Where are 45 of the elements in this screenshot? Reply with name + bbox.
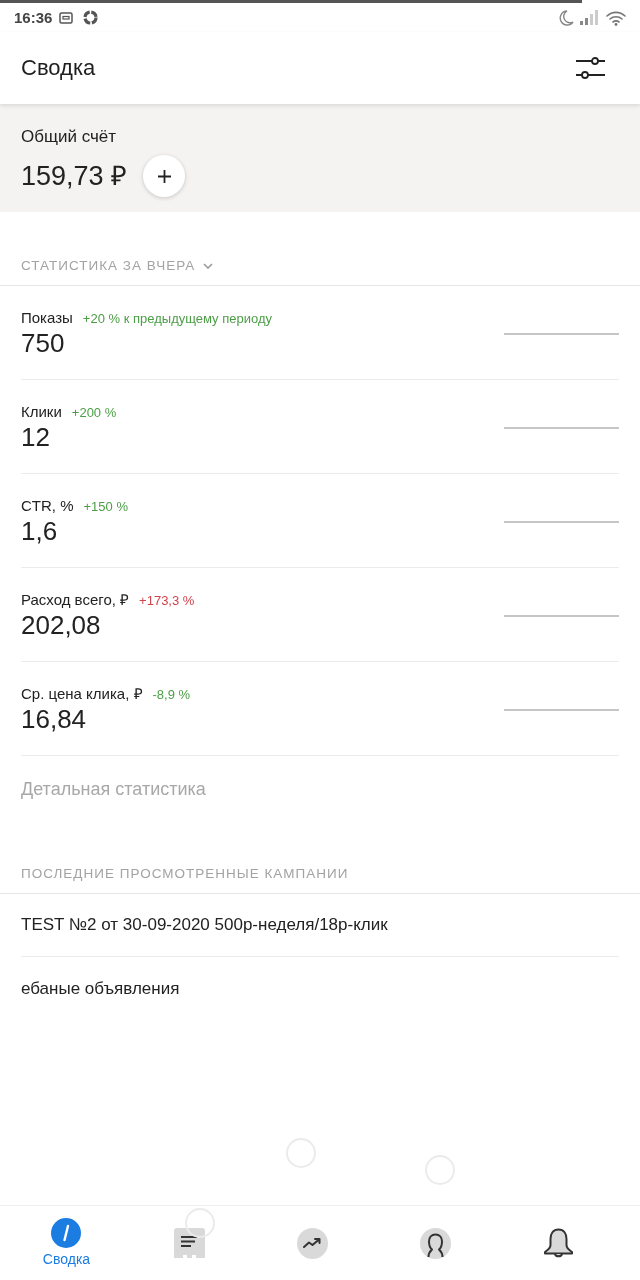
screen-title: Сводка (21, 54, 96, 82)
sliders-icon (576, 57, 605, 79)
ring-icon (83, 10, 99, 25)
metric-value: 202,08 (21, 610, 101, 640)
nav-tab[interactable]: Сводка (42, 1218, 91, 1268)
metric-label: Ср. цена клика, ₽ (21, 685, 143, 703)
nav-tab[interactable] (297, 1227, 328, 1259)
trend-up-icon (297, 1227, 328, 1259)
metric-change: -8,9 % (152, 686, 191, 704)
metric-label: CTR, % (21, 497, 74, 515)
plus-icon (157, 169, 171, 183)
account-label: Общий счёт (21, 126, 117, 148)
metric-change: +200 % (71, 404, 117, 422)
nav-tab[interactable] (543, 1227, 574, 1259)
metric-value: 750 (21, 328, 65, 358)
document-icon (174, 1228, 205, 1258)
metric-value: 12 (21, 422, 50, 452)
add-funds-button[interactable] (143, 155, 186, 197)
nav-tab[interactable] (174, 1228, 205, 1258)
metric-change: +150 % (83, 498, 128, 516)
bell-icon (543, 1227, 574, 1259)
period-dropdown[interactable]: СТАТИСТИКА ЗА ВЧЕРА (21, 256, 214, 276)
metric-label: Клики (21, 403, 62, 421)
metric-value: 16,84 (21, 704, 87, 734)
detailed-stats-link[interactable]: Детальная статистика (21, 777, 206, 801)
person-icon (420, 1227, 451, 1259)
metric-label: Расход всего, ₽ (21, 591, 130, 609)
nav-tab[interactable] (420, 1227, 451, 1259)
status-time: 16:36 (14, 10, 53, 25)
touch-ring-icon (185, 1208, 215, 1238)
wifi-icon (606, 9, 626, 26)
account-balance: 159,73 ₽ (21, 160, 128, 192)
metric-label: Показы (21, 309, 73, 327)
moon-icon (559, 9, 574, 26)
chevron-down-icon (203, 263, 214, 269)
metric-value: 1,6 (21, 516, 58, 546)
filter-button[interactable] (576, 57, 605, 79)
signal-icon (580, 10, 598, 25)
campaign-item[interactable]: TEST №2 от 30-09-2020 500р-неделя/18р-клик (21, 914, 388, 936)
metric-change: +20 % к предыдущему периоду (82, 310, 272, 328)
tape-icon (59, 11, 74, 24)
slash-circle-icon (51, 1218, 82, 1248)
metric-change: +173,3 % (139, 592, 195, 610)
campaign-item[interactable]: ебаные объявления (21, 977, 180, 1000)
section-title: ПОСЛЕДНИЕ ПРОСМОТРЕННЫЕ КАМПАНИИ (21, 865, 349, 883)
